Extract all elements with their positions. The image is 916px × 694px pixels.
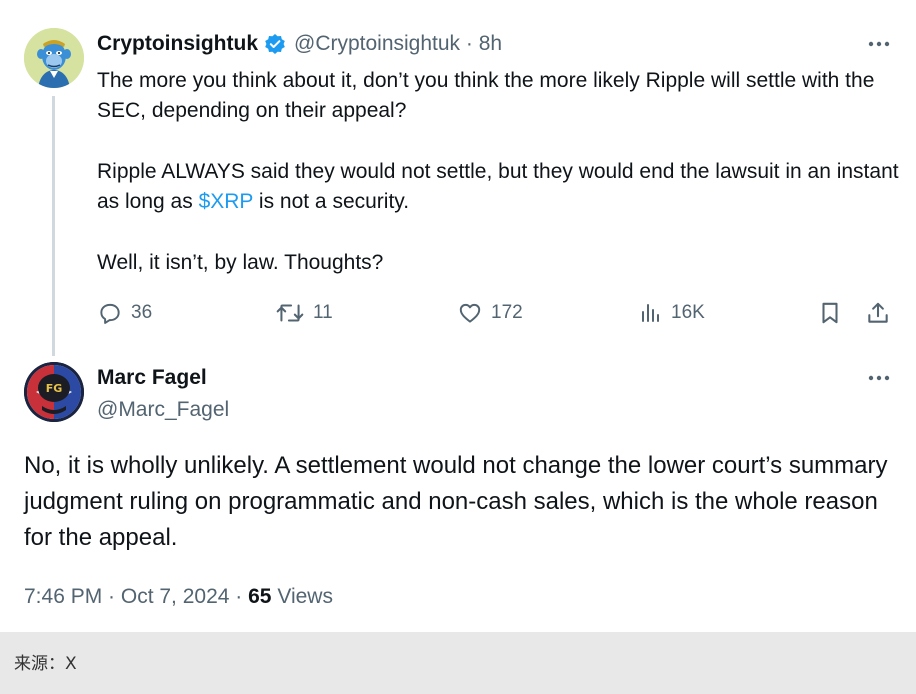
skull-emblem-avatar-image: FG <box>24 362 84 422</box>
svg-text:FG: FG <box>46 382 63 395</box>
timestamp[interactable]: 7:46 PM · Oct 7, 2024 <box>24 585 229 608</box>
ape-avatar-image <box>24 28 84 88</box>
reply-button[interactable]: 36 <box>97 298 152 328</box>
tweet-header: Cryptoinsightuk @Cryptoinsightuk · 8h <box>97 30 502 58</box>
thread-connector-line <box>52 96 55 356</box>
bookmark-icon <box>817 300 843 326</box>
display-name[interactable]: Marc Fagel <box>97 364 207 392</box>
handle[interactable]: @Marc_Fagel <box>97 396 229 424</box>
handle[interactable]: @Cryptoinsightuk <box>294 32 460 55</box>
display-name[interactable]: Cryptoinsightuk <box>97 32 258 56</box>
tweet-thread: Cryptoinsightuk @Cryptoinsightuk · 8h Th… <box>0 0 916 632</box>
repost-count: 11 <box>313 302 333 323</box>
more-horizontal-icon[interactable] <box>864 33 894 55</box>
tweet-text: No, it is wholly unlikely. A settlement … <box>24 452 888 551</box>
like-count: 172 <box>491 302 523 323</box>
views-button[interactable]: 16K <box>639 298 705 328</box>
separator: · <box>235 585 243 608</box>
analytics-icon <box>639 300 663 326</box>
share-button[interactable] <box>865 298 891 328</box>
verified-badge-icon <box>264 33 286 55</box>
reply-count: 36 <box>131 302 153 323</box>
tweet-metadata: 7:46 PM · Oct 7, 2024 · 65 Views <box>24 582 333 612</box>
tweet-text-segment: is not a security. <box>253 190 410 213</box>
timestamp[interactable]: 8h <box>479 32 502 55</box>
tweet-paragraph: The more you think about it, don’t you t… <box>97 69 875 122</box>
views-count: 16K <box>671 302 705 323</box>
avatar[interactable] <box>24 28 84 88</box>
avatar[interactable]: FG <box>24 362 84 422</box>
separator: · <box>465 32 473 55</box>
more-horizontal-icon[interactable] <box>864 367 894 389</box>
like-button[interactable]: 172 <box>457 298 523 328</box>
heart-icon <box>457 300 483 326</box>
repost-button[interactable]: 11 <box>275 298 333 328</box>
cashtag-link[interactable]: $XRP <box>199 190 253 213</box>
source-caption: 来源：X <box>14 654 77 674</box>
tweet-paragraph: Well, it isn’t, by law. Thoughts? <box>97 251 384 274</box>
views-count: 65 <box>248 585 272 608</box>
caption-bar <box>0 632 916 694</box>
share-icon <box>865 300 891 326</box>
reply-icon <box>97 300 123 326</box>
bookmark-button[interactable] <box>817 298 843 328</box>
tweet-action-bar: 36 11 172 16K <box>97 298 897 328</box>
views-label: Views <box>277 585 333 608</box>
tweet-text: The more you think about it, don’t you t… <box>97 66 902 278</box>
tweet-paragraph: Ripple ALWAYS said they would not settle… <box>97 157 902 217</box>
repost-icon <box>275 300 305 326</box>
